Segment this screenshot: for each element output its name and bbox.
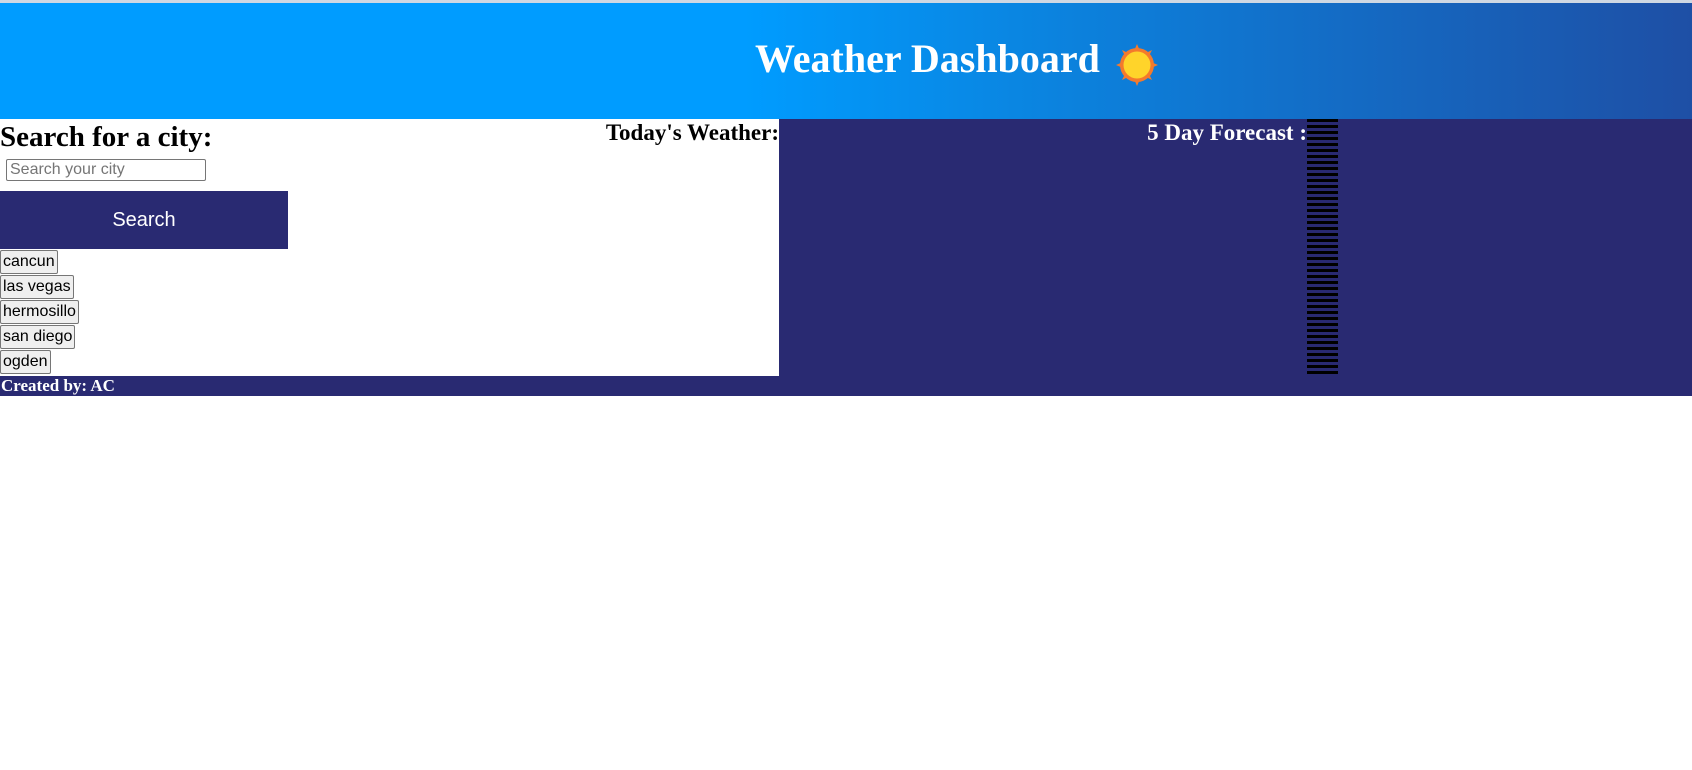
header-banner: Weather Dashboard (0, 3, 1692, 119)
search-heading: Search for a city: (0, 121, 213, 153)
history-city-button[interactable]: cancun (0, 250, 58, 274)
history-city-button[interactable]: san diego (0, 325, 76, 349)
history-city-button[interactable]: las vegas (0, 275, 74, 299)
forecast-panel: 5 Day Forecast : (779, 119, 1692, 376)
weather-dashboard-page: Weather Dashboard Search for a city: Sea… (0, 0, 1692, 770)
forecast-cards-container (1307, 119, 1338, 376)
search-history-list: cancun las vegas hermosillo san diego og… (0, 250, 79, 375)
footer-credit: Created by: AC (1, 376, 115, 395)
sun-icon (1116, 44, 1158, 86)
history-city-button[interactable]: ogden (0, 350, 51, 374)
search-input[interactable] (6, 159, 206, 181)
five-day-forecast-heading: 5 Day Forecast : (1147, 120, 1307, 145)
history-city-button[interactable]: hermosillo (0, 300, 79, 324)
todays-weather-heading: Today's Weather: (605, 120, 779, 145)
search-panel: Search for a city: Search cancun las veg… (0, 119, 779, 376)
footer: Created by: AC (0, 376, 1692, 396)
page-title: Weather Dashboard (755, 36, 1100, 81)
search-button[interactable]: Search (0, 191, 288, 249)
